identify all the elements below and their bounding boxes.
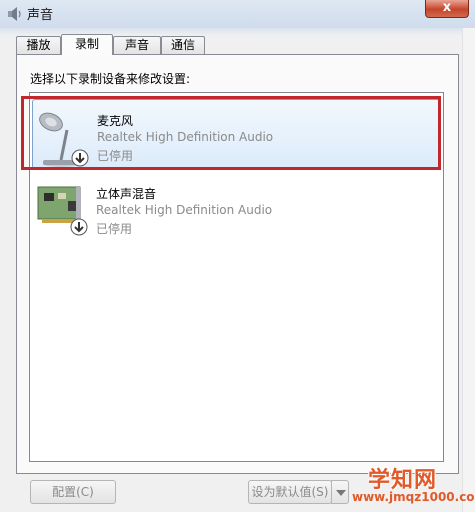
sound-card-icon xyxy=(37,186,88,236)
speaker-icon xyxy=(8,7,21,21)
highlight-box xyxy=(21,96,441,170)
set-default-button[interactable]: 设为默认值(S) xyxy=(248,480,332,504)
sound-dialog: 声音 x 播放 录制 声音 通信 选择以下录制设备来修改设置: 麦克风 Real… xyxy=(0,0,475,512)
tab-sounds[interactable]: 声音 xyxy=(113,36,161,54)
configure-button[interactable]: 配置(C) xyxy=(30,480,116,504)
window-title: 声音 xyxy=(27,8,54,23)
watermark: 学知网 www.jmqz1000.com xyxy=(344,462,475,512)
instruction-text: 选择以下录制设备来修改设置: xyxy=(30,72,191,86)
device-item-stereo-mix[interactable]: 立体声混音 Realtek High Definition Audio 已停用 xyxy=(32,173,441,243)
close-button[interactable]: x xyxy=(425,0,469,18)
title-bar: 声音 x xyxy=(0,0,475,28)
window-edge xyxy=(462,28,475,512)
close-icon: x xyxy=(442,0,452,15)
tab-recording[interactable]: 录制 xyxy=(61,34,113,55)
device-name: 立体声混音 xyxy=(96,187,157,201)
watermark-url: www.jmqz1000.com xyxy=(352,490,475,504)
device-driver: Realtek High Definition Audio xyxy=(96,203,273,217)
device-status: 已停用 xyxy=(96,222,133,236)
tab-communications[interactable]: 通信 xyxy=(161,36,205,54)
tab-playback[interactable]: 播放 xyxy=(16,36,61,54)
